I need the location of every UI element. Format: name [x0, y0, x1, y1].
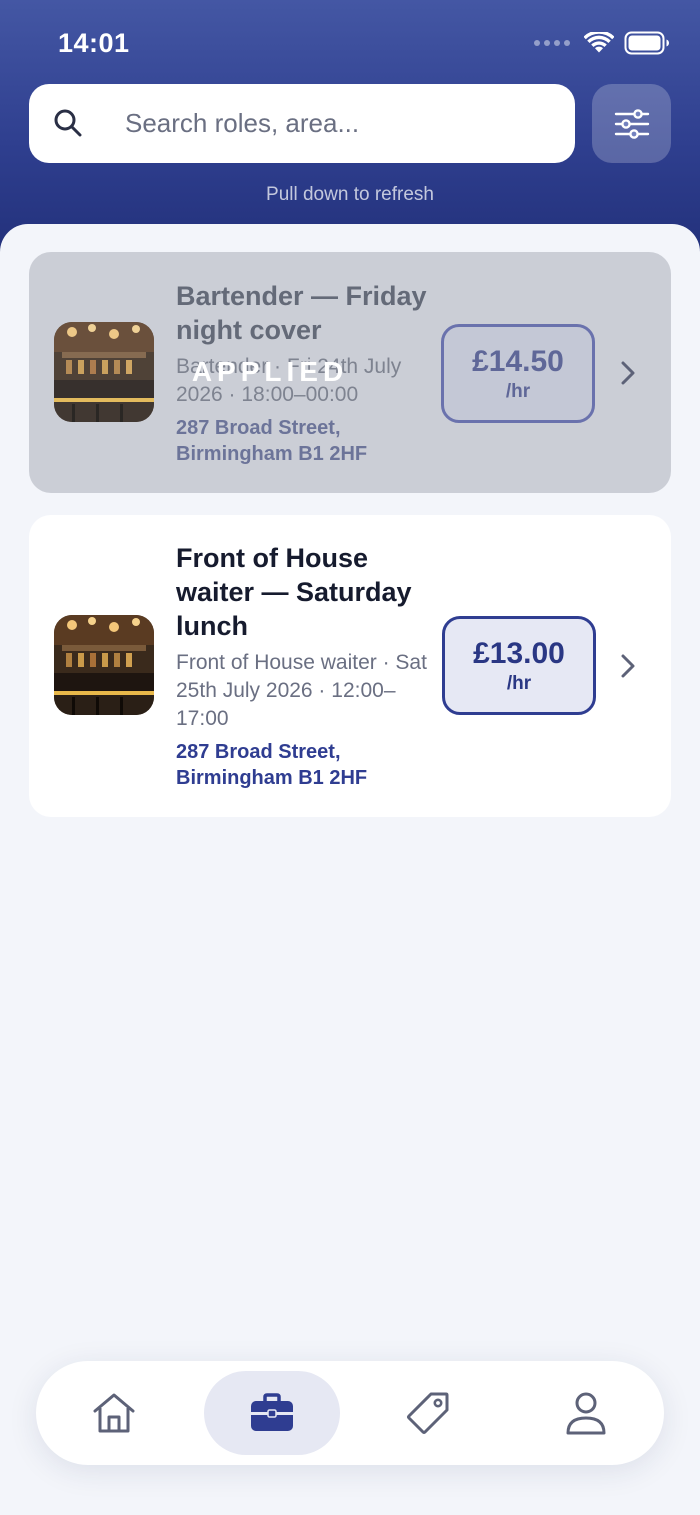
pay-rate-amount: £13.00: [473, 636, 565, 670]
job-title: Front of House waiter — Saturday lunch: [176, 543, 412, 641]
job-details: Front of House waiter — Saturday lunch F…: [176, 541, 446, 791]
sliders-icon: [614, 108, 649, 139]
pay-rate-amount: £14.50: [472, 344, 564, 378]
nav-jobs[interactable]: [204, 1371, 340, 1455]
user-icon: [566, 1392, 606, 1435]
search-icon: [54, 109, 82, 137]
bottom-nav: [36, 1361, 664, 1465]
nav-home[interactable]: [46, 1371, 182, 1455]
search-bar[interactable]: [29, 84, 575, 163]
nav-offers[interactable]: [360, 1371, 496, 1455]
job-meta: Front of House waiter · Sat 25th July 20…: [176, 651, 427, 730]
job-title: Bartender — Friday night cover: [176, 281, 427, 345]
status-time: 14:01: [58, 28, 130, 58]
header: 14:01 Search roles, area... Pull down to…: [0, 0, 700, 260]
job-card[interactable]: Front of House waiter — Saturday lunch F…: [29, 515, 671, 817]
briefcase-icon: [251, 1393, 293, 1431]
pay-rate: £14.50 /hr: [441, 324, 595, 423]
filter-button[interactable]: [592, 84, 671, 163]
search-input[interactable]: [125, 84, 555, 163]
wifi-icon: [584, 32, 614, 53]
pay-rate-unit: /hr: [506, 672, 532, 694]
pay-rate-unit: /hr: [505, 380, 531, 402]
job-card-applied[interactable]: Bartender — Friday night cover Bartender…: [29, 252, 671, 493]
chevron-right-icon: [621, 654, 635, 678]
tag-icon: [407, 1392, 449, 1434]
job-address: 287 Broad Street, Birmingham B1 2HF: [176, 417, 368, 465]
battery-icon: [624, 31, 669, 55]
chevron-right-icon: [621, 361, 635, 385]
pay-rate: £13.00 /hr: [442, 616, 596, 715]
job-address: 287 Broad Street, Birmingham B1 2HF: [176, 741, 368, 789]
pull-to-refresh-hint: Pull down to refresh: [266, 184, 434, 205]
signal-icon: [534, 40, 570, 46]
home-icon: [93, 1393, 135, 1433]
status-icons: [534, 31, 670, 55]
status-bar: 14:01: [0, 0, 700, 84]
nav-profile[interactable]: [518, 1371, 654, 1455]
venue-thumbnail: [54, 615, 154, 715]
